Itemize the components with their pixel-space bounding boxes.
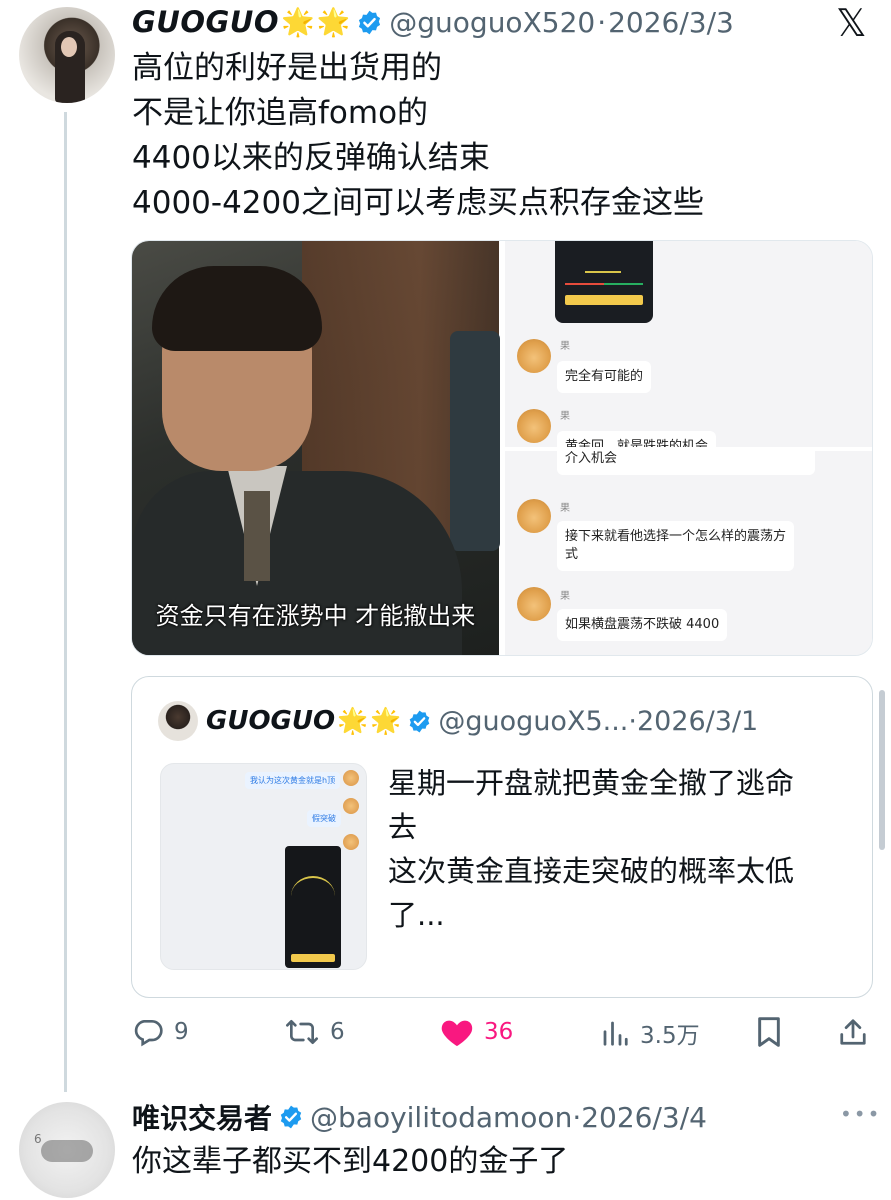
reply-text: 你这辈子都买不到4200的金子了 xyxy=(132,1144,569,1179)
chart-line xyxy=(585,243,621,273)
chat-avatar xyxy=(517,499,551,533)
quoted-author-name: GUOGUO xyxy=(206,706,336,736)
reply-button[interactable]: 9 xyxy=(132,1016,189,1048)
thumb-chat-bubble: 假突破 xyxy=(307,810,341,827)
chat-bubble-line: 接下来就看他选择一个怎么样的震荡方 xyxy=(565,529,787,544)
bookmark-icon xyxy=(758,1017,780,1047)
tweet-text-line: 4400以来的反弹确认结束 xyxy=(132,140,490,176)
reply-author-handle[interactable]: @baoyilitodamoon xyxy=(310,1101,572,1134)
reply-icon xyxy=(134,1020,163,1047)
movie-hair xyxy=(152,266,322,351)
chat-name: 果 xyxy=(560,591,570,602)
thumb-chart-line xyxy=(291,876,335,916)
tweet-date[interactable]: 2026/3/3 xyxy=(608,6,734,39)
media-image-chat-top[interactable]: 果 完全有可能的 果 黄金回…就是跌跌的机会 xyxy=(505,241,872,447)
reply-author-name[interactable]: 唯识交易者 xyxy=(132,1097,272,1137)
avatar-cloud xyxy=(41,1140,93,1162)
repost-count: 6 xyxy=(330,1019,345,1045)
tweet-text-line: 4000-4200之间可以考虑买点积存金这些 xyxy=(132,185,704,221)
thumb-chat-avatar xyxy=(343,834,359,850)
x-logo-icon[interactable]: 𝕏 xyxy=(836,4,867,42)
chat-bubble: 接下来就看他选择一个怎么样的震荡方 式 xyxy=(557,521,795,571)
quoted-tweet[interactable]: GUOGUO 🌟 🌟 @guoguoX5... · 2026/3/1 我认为这次… xyxy=(131,676,873,998)
star-icon: 🌟 xyxy=(281,7,315,38)
quoted-text-line: 去 xyxy=(388,810,418,844)
thumb-chat-avatar xyxy=(343,770,359,786)
reply-count: 9 xyxy=(174,1019,189,1045)
views-chart-icon xyxy=(603,1021,628,1046)
star-icon: 🌟 xyxy=(370,706,402,735)
media-image-chat-bottom[interactable]: 介入机会 果 接下来就看他选择一个怎么样的震荡方 式 果 如果横盘震荡不跌破 4… xyxy=(505,451,872,655)
scrollbar-thumb[interactable] xyxy=(879,690,885,850)
like-count: 36 xyxy=(484,1019,514,1045)
views-count: 3.5万 xyxy=(640,1023,700,1049)
thumb-chart-button xyxy=(291,954,335,962)
verified-badge-icon xyxy=(410,710,430,732)
media-image-movie[interactable]: 资金只有在涨势中 才能撤出来 xyxy=(132,241,500,655)
separator: · xyxy=(597,5,607,39)
chat-avatar xyxy=(517,339,551,373)
verified-badge-icon xyxy=(280,1105,302,1129)
avatar-mark: 6 xyxy=(34,1132,42,1146)
thumb-chart-screenshot xyxy=(285,846,341,968)
verified-badge-icon xyxy=(359,10,381,34)
quoted-media-thumbnail[interactable]: 我认为这次黄金就是h顶 假突破 xyxy=(160,763,367,970)
like-button[interactable]: 36 xyxy=(440,1016,513,1048)
repost-icon xyxy=(286,1020,318,1044)
quoted-text-line: 了... xyxy=(388,898,445,932)
quoted-text-line: 这次黄金直接走突破的概率太低 xyxy=(388,854,795,888)
tweet-header: GUOGUO 🌟 🌟 @guoguoX520 · 2026/3/3 xyxy=(132,2,734,42)
chart-screenshot xyxy=(555,241,653,323)
chat-name: 果 xyxy=(560,503,570,514)
chart-button xyxy=(565,295,643,305)
quoted-tweet-date: 2026/3/1 xyxy=(636,705,759,737)
quoted-tweet-text: 星期一开盘就把黄金全撤了逃命 去 这次黄金直接走突破的概率太低 了... xyxy=(388,761,794,937)
quoted-author-handle: @guoguoX5... xyxy=(438,705,629,737)
movie-tie xyxy=(244,491,270,581)
chart-bar-split xyxy=(565,283,643,285)
quoted-text-line: 星期一开盘就把黄金全撤了逃命 xyxy=(388,766,795,800)
movie-subtitle: 资金只有在涨势中 才能撤出来 xyxy=(155,602,476,630)
share-icon xyxy=(840,1019,866,1045)
repost-button[interactable]: 6 xyxy=(284,1016,345,1048)
quoted-author-avatar xyxy=(158,701,198,741)
tweet-text-line: 不是让你追高fomo的 xyxy=(132,95,429,131)
star-icon: 🌟 xyxy=(337,706,369,735)
movie-lamp xyxy=(450,331,500,551)
author-avatar[interactable] xyxy=(19,7,115,103)
views-button[interactable]: 3.5万 xyxy=(600,1016,700,1050)
chat-bubble-line: 式 xyxy=(565,547,579,562)
reply-author-avatar[interactable]: 6 xyxy=(19,1102,115,1198)
chat-bubble: 完全有可能的 xyxy=(557,361,652,393)
media-grid: 资金只有在涨势中 才能撤出来 果 完全有可能的 果 黄金回…就是跌跌的机会 介入… xyxy=(131,240,873,656)
thumb-chat-avatar xyxy=(343,798,359,814)
chat-bubble: 如果横盘震荡不跌破 4400 xyxy=(557,609,728,641)
reply-date[interactable]: 2026/3/4 xyxy=(581,1101,707,1134)
author-handle[interactable]: @guoguoX520 xyxy=(389,6,595,39)
heart-icon xyxy=(441,1020,473,1047)
chat-bubble: 黄金回…就是跌跌的机会 xyxy=(557,431,717,447)
chat-avatar xyxy=(517,409,551,443)
separator: · xyxy=(628,705,637,737)
chat-name: 果 xyxy=(560,411,570,422)
chat-bubble: 介入机会 xyxy=(557,451,815,475)
more-options-icon[interactable]: ••• xyxy=(840,1102,881,1126)
quoted-tweet-header: GUOGUO 🌟 🌟 @guoguoX5... · 2026/3/1 xyxy=(158,701,758,741)
chat-avatar xyxy=(517,587,551,621)
tweet-action-bar: 9 6 36 3.5万 xyxy=(0,1012,891,1056)
separator: · xyxy=(572,1100,582,1134)
tweet-text-line: 高位的利好是出货用的 xyxy=(132,50,442,86)
thumb-chat-bubble: 我认为这次黄金就是h顶 xyxy=(245,772,341,789)
star-icon: 🌟 xyxy=(316,7,351,38)
reply-header: 唯识交易者 @baoyilitodamoon · 2026/3/4 xyxy=(132,1096,707,1138)
bookmark-button[interactable] xyxy=(755,1016,793,1048)
avatar-face xyxy=(61,37,77,57)
share-button[interactable] xyxy=(838,1016,878,1048)
tweet-text: 高位的利好是出货用的 不是让你追高fomo的 4400以来的反弹确认结束 400… xyxy=(132,46,704,226)
chat-name: 果 xyxy=(560,341,570,352)
author-name[interactable]: GUOGUO xyxy=(132,5,279,39)
thread-line xyxy=(64,112,67,1092)
